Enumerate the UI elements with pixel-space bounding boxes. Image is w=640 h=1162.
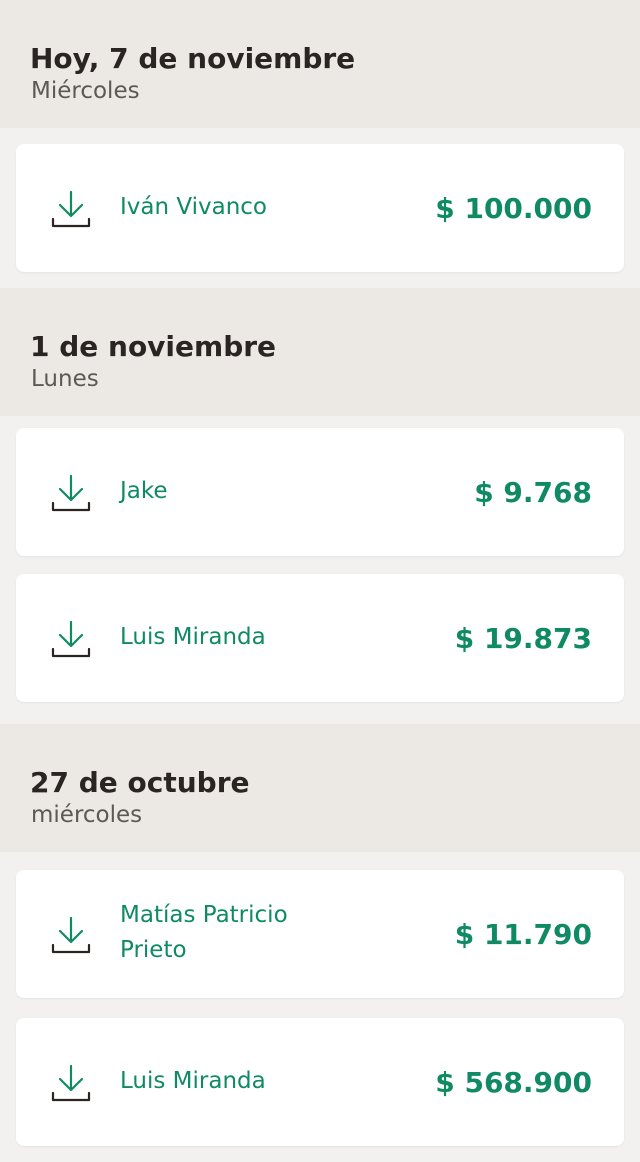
transaction-card[interactable]: Matías Patricio Prieto $ 11.790 — [16, 870, 624, 998]
date-title: 27 de octubre — [30, 766, 250, 799]
date-header: 27 de octubre miércoles — [0, 724, 640, 852]
download-icon — [51, 1064, 91, 1102]
transaction-card[interactable]: Luis Miranda $ 19.873 — [16, 574, 624, 702]
weekday-label: miércoles — [31, 802, 143, 828]
transaction-amount: $ 19.873 — [454, 622, 592, 655]
download-icon — [51, 916, 91, 954]
payer-name: Iván Vivanco — [120, 194, 267, 220]
payer-name: Luis Miranda — [120, 1068, 266, 1094]
payer-name: Jake — [120, 478, 168, 504]
download-icon — [51, 474, 91, 512]
weekday-label: Miércoles — [31, 78, 140, 104]
transaction-amount: $ 568.900 — [435, 1066, 592, 1099]
payer-name: Luis Miranda — [120, 624, 266, 650]
transaction-amount: $ 11.790 — [454, 918, 592, 951]
date-title: 1 de noviembre — [30, 330, 277, 363]
transaction-card[interactable]: Iván Vivanco $ 100.000 — [16, 144, 624, 272]
date-header: Hoy, 7 de noviembre Miércoles — [0, 0, 640, 128]
transaction-card[interactable]: Luis Miranda $ 568.900 — [16, 1018, 624, 1146]
transaction-card[interactable]: Jake $ 9.768 — [16, 428, 624, 556]
download-icon — [51, 190, 91, 228]
transaction-amount: $ 100.000 — [435, 192, 592, 225]
payer-name: Matías Patricio Prieto — [120, 902, 288, 963]
download-icon — [51, 620, 91, 658]
date-title: Hoy, 7 de noviembre — [30, 42, 356, 75]
weekday-label: Lunes — [31, 366, 99, 392]
transaction-amount: $ 9.768 — [474, 476, 592, 509]
date-header: 1 de noviembre Lunes — [0, 288, 640, 416]
